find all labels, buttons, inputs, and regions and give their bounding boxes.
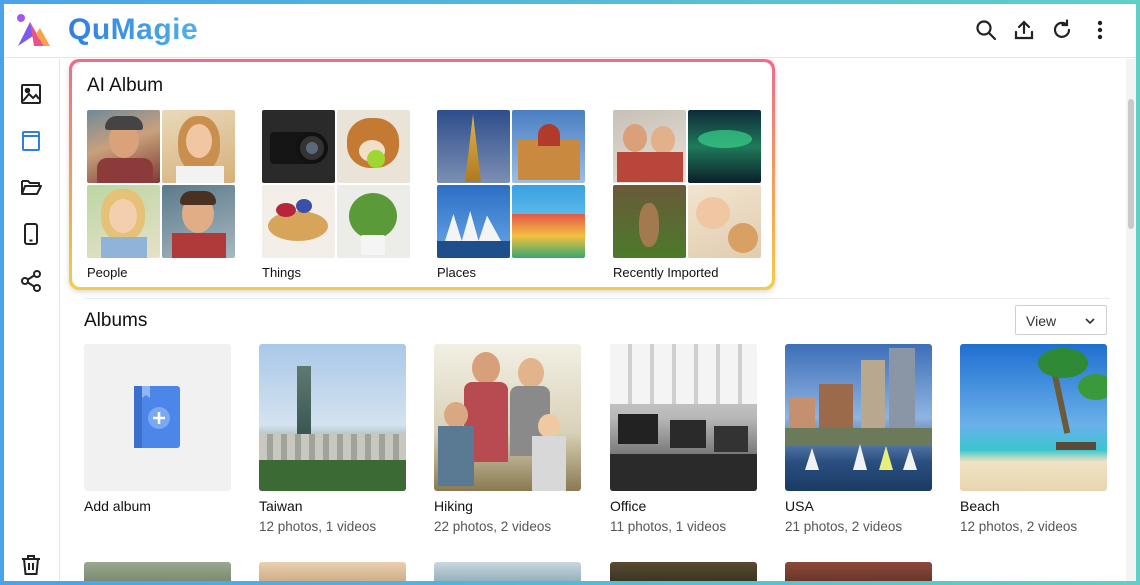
more-vertical-icon[interactable]	[1088, 18, 1112, 42]
people-thumb	[162, 185, 235, 258]
album-cover	[259, 344, 406, 491]
view-dropdown[interactable]: View	[1015, 305, 1107, 335]
album-card-taiwan[interactable]: Taiwan 12 photos, 1 videos	[259, 344, 406, 534]
view-dropdown-label: View	[1026, 313, 1057, 329]
ai-group-label: Things	[262, 265, 302, 280]
add-album-book-icon	[134, 386, 180, 448]
album-count: 11 photos, 1 videos	[610, 519, 727, 534]
ai-group-recently-imported[interactable]: Recently Imported	[613, 110, 761, 280]
album-card-beach[interactable]: Beach 12 photos, 2 videos	[960, 344, 1107, 534]
ai-group-label: Recently Imported	[613, 265, 719, 280]
ai-group-label: Places	[437, 265, 477, 280]
add-album-button[interactable]: Add album	[84, 344, 231, 514]
section-divider	[84, 298, 1110, 299]
album-name: Hiking	[434, 498, 473, 514]
things-thumb	[262, 110, 335, 183]
search-icon[interactable]	[974, 18, 998, 42]
album-count: 12 photos, 1 videos	[259, 519, 377, 534]
brand-name: QuMagie	[68, 13, 199, 46]
ai-album-card: AI Album People Things Places Recently I…	[69, 59, 775, 290]
album-cover	[960, 344, 1107, 491]
things-thumb	[262, 185, 335, 258]
people-thumb	[87, 110, 160, 183]
folders-icon[interactable]	[19, 175, 43, 199]
albums-icon[interactable]	[19, 129, 43, 153]
album-name: Beach	[960, 498, 1000, 514]
album-card-hiking[interactable]: Hiking 22 photos, 2 videos	[434, 344, 581, 534]
places-thumb	[512, 110, 585, 183]
people-thumb	[87, 185, 160, 258]
album-card-usa[interactable]: USA 21 photos, 2 videos	[785, 344, 932, 534]
places-thumb	[437, 185, 510, 258]
album-cover	[785, 344, 932, 491]
album-cover	[434, 344, 581, 491]
app-window: QuMagie AI Album People Things Places Re…	[4, 4, 1136, 581]
things-thumb	[337, 110, 410, 183]
album-card-partial[interactable]	[785, 562, 932, 581]
ai-group-places[interactable]: Places	[437, 110, 585, 280]
mobile-icon[interactable]	[19, 222, 43, 246]
top-bar: QuMagie	[4, 4, 1136, 58]
album-card-partial[interactable]	[259, 562, 406, 581]
album-name: Taiwan	[259, 498, 303, 514]
ai-group-label: People	[87, 265, 128, 280]
recent-thumb	[613, 110, 686, 183]
places-thumb	[512, 185, 585, 258]
add-album-label: Add album	[84, 498, 151, 514]
sidebar	[4, 59, 60, 581]
recent-thumb	[688, 185, 761, 258]
album-count: 22 photos, 2 videos	[434, 519, 552, 534]
ai-group-people[interactable]: People	[87, 110, 235, 280]
vertical-scrollbar[interactable]	[1126, 59, 1136, 581]
qumagie-logo-icon	[17, 14, 50, 46]
ai-album-title: AI Album	[87, 75, 164, 96]
chevron-down-icon	[1085, 318, 1095, 325]
album-cover	[610, 344, 757, 491]
refresh-icon[interactable]	[1050, 18, 1074, 42]
recent-thumb	[688, 110, 761, 183]
photos-icon[interactable]	[19, 82, 43, 106]
trash-icon[interactable]	[19, 553, 43, 577]
album-card-partial[interactable]	[610, 562, 757, 581]
albums-title: Albums	[84, 310, 148, 331]
add-album-cover	[84, 344, 231, 491]
album-count: 12 photos, 2 videos	[960, 519, 1078, 534]
upload-icon[interactable]	[1012, 18, 1036, 42]
things-thumb	[337, 185, 410, 258]
recent-thumb	[613, 185, 686, 258]
album-name: Office	[610, 498, 647, 514]
album-card-partial[interactable]	[84, 562, 231, 581]
ai-group-things[interactable]: Things	[262, 110, 410, 280]
album-count: 21 photos, 2 videos	[785, 519, 903, 534]
scrollbar-thumb[interactable]	[1128, 99, 1134, 229]
people-thumb	[162, 110, 235, 183]
share-icon[interactable]	[19, 269, 43, 293]
album-name: USA	[785, 498, 814, 514]
album-card-office[interactable]: Office 11 photos, 1 videos	[610, 344, 757, 534]
album-card-partial[interactable]	[434, 562, 581, 581]
places-thumb	[437, 110, 510, 183]
